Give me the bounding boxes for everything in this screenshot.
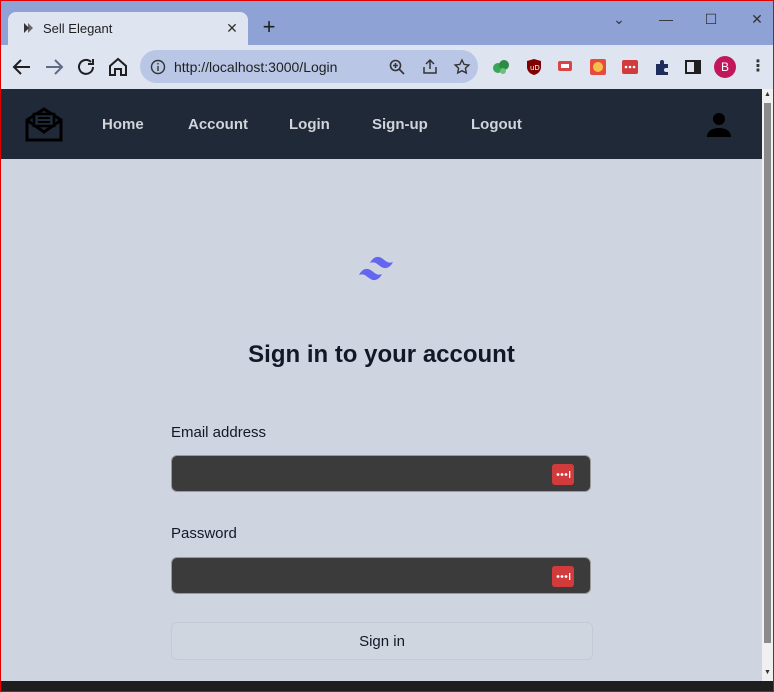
browser-toolbar: http://localhost:3000/Login uD 1 1 — [1, 45, 773, 124]
password-manager-icon[interactable] — [621, 58, 639, 76]
side-panel-icon[interactable] — [684, 58, 702, 76]
window-close-button[interactable]: ✕ — [742, 9, 772, 29]
close-icon[interactable]: ✕ — [224, 20, 240, 36]
star-icon[interactable] — [453, 58, 471, 76]
reload-icon[interactable] — [74, 55, 98, 79]
web-page: Home Account Login Sign-up Logout Sign i… — [1, 89, 762, 681]
password-key-icon[interactable] — [552, 464, 574, 485]
scroll-down-arrow[interactable]: ▼ — [764, 669, 771, 677]
ublock-icon[interactable]: uD — [525, 58, 543, 76]
url-text[interactable]: http://localhost:3000/Login — [174, 59, 337, 75]
tab-favicon-icon — [24, 23, 33, 33]
tab-title: Sell Elegant — [43, 21, 113, 36]
nav-link-login[interactable]: Login — [289, 116, 330, 133]
page-scrollbar[interactable]: ▲ ▼ — [762, 89, 773, 681]
extension-icon[interactable] — [589, 58, 607, 76]
nav-link-home[interactable]: Home — [102, 116, 144, 133]
page-title: Sign in to your account — [248, 341, 515, 368]
tailwind-logo-icon — [359, 256, 393, 281]
svg-text:uD: uD — [530, 64, 540, 72]
extension-icon[interactable] — [492, 58, 510, 76]
password-key-icon[interactable] — [552, 566, 574, 587]
nav-link-logout[interactable]: Logout — [471, 116, 522, 133]
back-arrow-icon[interactable] — [10, 55, 34, 79]
browser-tab[interactable]: Sell Elegant ✕ — [8, 12, 248, 45]
address-bar[interactable]: http://localhost:3000/Login — [140, 50, 478, 83]
browser-window: Sell Elegant ✕ + ⌄ — ☐ ✕ http://localhos… — [0, 0, 774, 692]
email-field-container — [171, 455, 591, 492]
taskbar-strip — [1, 681, 773, 691]
password-field[interactable] — [172, 558, 566, 593]
scroll-up-arrow[interactable]: ▲ — [764, 91, 771, 99]
site-navbar: Home Account Login Sign-up Logout — [1, 89, 762, 159]
puzzle-icon[interactable] — [653, 58, 671, 76]
minimize-button[interactable]: — — [651, 9, 681, 29]
maximize-button[interactable]: ☐ — [696, 9, 726, 29]
email-label: Email address — [171, 424, 267, 441]
forward-arrow-icon[interactable] — [42, 55, 66, 79]
share-icon[interactable] — [421, 58, 439, 76]
sign-in-button[interactable]: Sign in — [171, 622, 593, 660]
new-tab-button[interactable]: + — [259, 16, 279, 38]
password-field-container — [171, 557, 591, 594]
password-label: Password — [171, 525, 237, 542]
more-menu-icon[interactable]: ⋮ — [749, 57, 767, 77]
zoom-icon[interactable] — [388, 58, 406, 76]
chevron-down-icon[interactable]: ⌄ — [604, 9, 634, 29]
tab-strip: Sell Elegant ✕ + ⌄ — ☐ ✕ — [1, 1, 773, 45]
home-icon[interactable] — [106, 55, 130, 79]
scrollbar-thumb[interactable] — [764, 103, 771, 643]
email-field[interactable] — [172, 456, 566, 491]
user-icon[interactable] — [705, 111, 733, 139]
nav-link-signup[interactable]: Sign-up — [372, 116, 428, 133]
nav-link-account[interactable]: Account — [188, 116, 248, 133]
envelope-logo-icon[interactable] — [25, 106, 63, 142]
extension-icon[interactable] — [557, 58, 575, 76]
info-icon[interactable] — [150, 59, 166, 75]
profile-avatar[interactable]: B — [714, 56, 736, 78]
